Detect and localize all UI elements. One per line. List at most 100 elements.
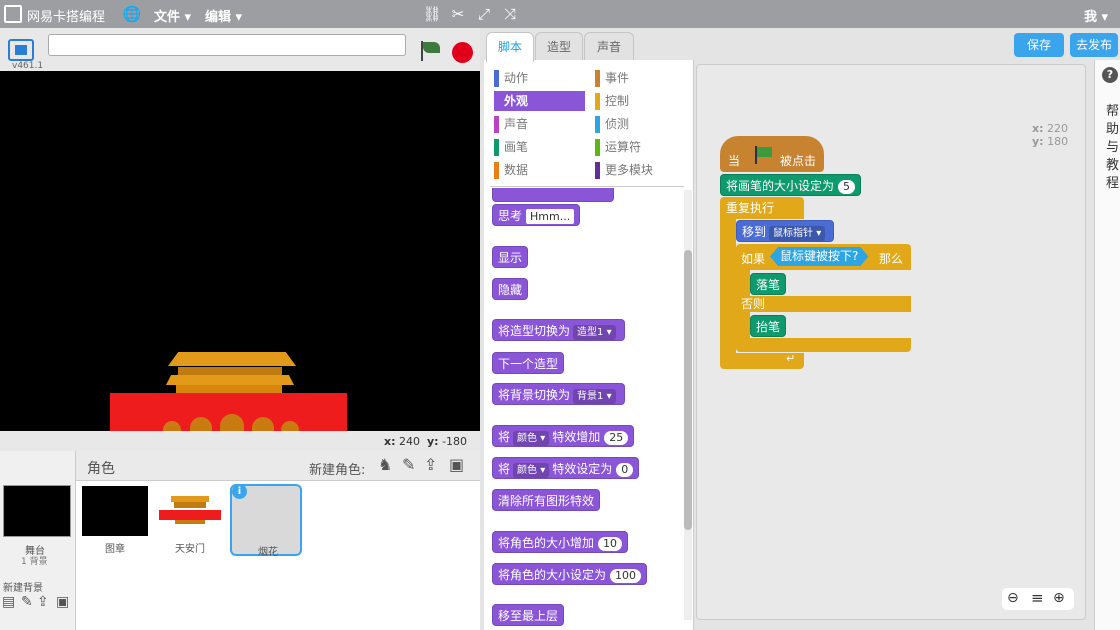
category-control[interactable]: 控制 [595, 91, 685, 111]
switch-backdrop-block[interactable]: 将背景切换为 背景1 ▾ [492, 383, 625, 405]
block-label: 将角色的大小增加 [498, 536, 595, 550]
zoom-in-icon[interactable]: ⊕ [1053, 590, 1065, 606]
tab-costumes[interactable]: 造型 [535, 32, 583, 60]
block-label: 将 [498, 430, 511, 444]
block-label: 如果 [741, 252, 766, 266]
when-flag-clicked-block[interactable]: 当 被点击 [720, 136, 824, 172]
pen-up-block[interactable]: 抬笔 [750, 315, 787, 337]
next-costume-block[interactable]: 下一个造型 [492, 352, 565, 374]
block-label: 移到 [742, 225, 767, 239]
clear-effects-block[interactable]: 清除所有图形特效 [492, 489, 601, 511]
dropdown-value: 鼠标指针 [773, 228, 814, 239]
palette-clip: 思考 Hmm... 显示 隐藏 将造型切换为 造型1 ▾ 下一个造型 将背景切换为背… [484, 188, 684, 630]
paint-brush-icon[interactable]: ✎ [402, 455, 415, 474]
pen-down-block[interactable]: 落笔 [750, 273, 787, 295]
zoom-out-icon[interactable]: ⊖ [1007, 590, 1019, 606]
think-text-input[interactable]: Hmm... [526, 209, 575, 224]
category-operators[interactable]: 运算符 [595, 137, 685, 157]
green-flag-icon[interactable] [419, 40, 443, 62]
goto-dropdown[interactable]: 鼠标指针 ▾ [769, 226, 826, 241]
sprite-tile[interactable]: 图章 [79, 484, 151, 556]
else-label: 否则 [741, 297, 766, 311]
backdrop-upload-icon[interactable]: ⇪ [37, 594, 49, 610]
edit-menu[interactable]: 编辑 ▾ [205, 6, 242, 25]
project-title-input[interactable] [48, 34, 406, 56]
category-looks-selected[interactable]: 外观 [494, 91, 585, 111]
backdrop-dropdown[interactable]: 背景1 ▾ [573, 389, 616, 404]
set-size-block[interactable]: 将角色的大小设定为 100 [492, 563, 648, 585]
category-more-blocks[interactable]: 更多模块 [595, 160, 685, 180]
sprite-tile-selected[interactable]: i 烟花 [230, 484, 302, 558]
effect-dropdown[interactable]: 颜色 ▾ [513, 463, 550, 478]
tiananmen-roof-mid [178, 367, 282, 375]
condition-block[interactable]: 鼠标键被按下? [770, 247, 868, 266]
sprite-info-icon[interactable]: i [232, 484, 247, 499]
script-x-label: x: [1032, 122, 1044, 135]
think-block[interactable]: 思考 Hmm... [492, 204, 581, 226]
sprite-tile[interactable]: 天安门 [154, 484, 226, 556]
number-input[interactable]: 10 [598, 537, 623, 551]
category-motion[interactable]: 动作 [494, 68, 584, 88]
category-events[interactable]: 事件 [595, 68, 685, 88]
language-globe-icon[interactable]: 🌐 [122, 4, 142, 24]
if-else-block[interactable]: 如果 鼠标键被按下? 那么 [736, 244, 911, 270]
stop-icon[interactable] [452, 42, 473, 63]
change-effect-block[interactable]: 将颜色 ▾ 特效增加 25 [492, 425, 635, 447]
help-label-char: 与 [1106, 140, 1120, 155]
change-size-block[interactable]: 将角色的大小增加 10 [492, 531, 629, 553]
stage-coordinates: x: 240 y: -180 [384, 435, 467, 448]
category-sensing[interactable]: 侦测 [595, 114, 685, 134]
hide-block[interactable]: 隐藏 [492, 278, 529, 300]
go-front-block[interactable]: 移至最上层 [492, 604, 565, 626]
sprite-name: 天安门 [175, 544, 205, 555]
tab-scripts[interactable]: 脚本 [486, 32, 534, 62]
category-label: 控制 [605, 94, 630, 108]
category-sound[interactable]: 声音 [494, 114, 584, 134]
loop-arrow-icon: ↵ [786, 352, 796, 365]
shrink-icon[interactable]: ⤨ [500, 4, 520, 24]
stage-canvas[interactable] [0, 71, 480, 431]
number-input[interactable]: 0 [616, 463, 634, 477]
costume-dropdown[interactable]: 造型1 ▾ [573, 325, 616, 340]
sprite-name: 烟花 [258, 547, 278, 558]
dropdown-value: 造型1 [577, 327, 604, 338]
category-label: 外观 [504, 94, 529, 108]
condition-label: 鼠标键被按下? [780, 249, 859, 263]
number-input[interactable]: 100 [610, 569, 642, 583]
duplicate-stamp-icon[interactable]: ⛓ [422, 4, 442, 24]
set-effect-block[interactable]: 将颜色 ▾ 特效设定为 0 [492, 457, 640, 479]
grow-icon[interactable]: ⤢ [474, 4, 494, 24]
zoom-reset-icon[interactable]: ≡ [1031, 589, 1044, 607]
camera-icon[interactable]: ▣ [449, 455, 464, 474]
palette-scrollbar[interactable] [684, 250, 692, 530]
forever-block[interactable]: 重复执行 [720, 197, 804, 219]
backdrop-library-icon[interactable]: ▤ [2, 594, 15, 610]
go-to-block[interactable]: 移到 鼠标指针 ▾ [736, 220, 835, 242]
set-pen-size-block[interactable]: 将画笔的大小设定为 5 [720, 174, 862, 196]
effect-dropdown[interactable]: 颜色 ▾ [513, 431, 550, 446]
fullscreen-icon[interactable] [8, 39, 34, 61]
block-label: 将 [498, 462, 511, 476]
number-input[interactable]: 25 [604, 431, 629, 445]
category-data[interactable]: 数据 [494, 160, 584, 180]
backdrop-camera-icon[interactable]: ▣ [56, 594, 69, 610]
show-block[interactable]: 显示 [492, 246, 529, 268]
category-pen[interactable]: 画笔 [494, 137, 584, 157]
dropdown-value: 背景1 [577, 391, 604, 402]
user-menu[interactable]: 我 ▾ [1084, 6, 1108, 25]
help-icon[interactable]: ? [1102, 67, 1118, 83]
upload-icon[interactable]: ⇪ [424, 455, 437, 474]
block-label: 当 [728, 154, 741, 168]
stage-thumbnail[interactable] [3, 485, 71, 537]
switch-costume-block[interactable]: 将造型切换为 造型1 ▾ [492, 319, 625, 341]
file-menu[interactable]: 文件 ▾ [154, 6, 191, 25]
category-label: 事件 [605, 71, 630, 85]
sprite-library-icon[interactable]: ♞ [378, 455, 392, 474]
publish-button[interactable]: 去发布 [1070, 33, 1118, 57]
save-button[interactable]: 保存 [1014, 33, 1064, 57]
number-input[interactable]: 5 [838, 180, 856, 194]
delete-scissors-icon[interactable]: ✂ [448, 4, 468, 24]
backdrop-paint-icon[interactable]: ✎ [21, 594, 33, 610]
partial-block[interactable] [492, 188, 614, 202]
tab-sounds[interactable]: 声音 [584, 32, 634, 60]
